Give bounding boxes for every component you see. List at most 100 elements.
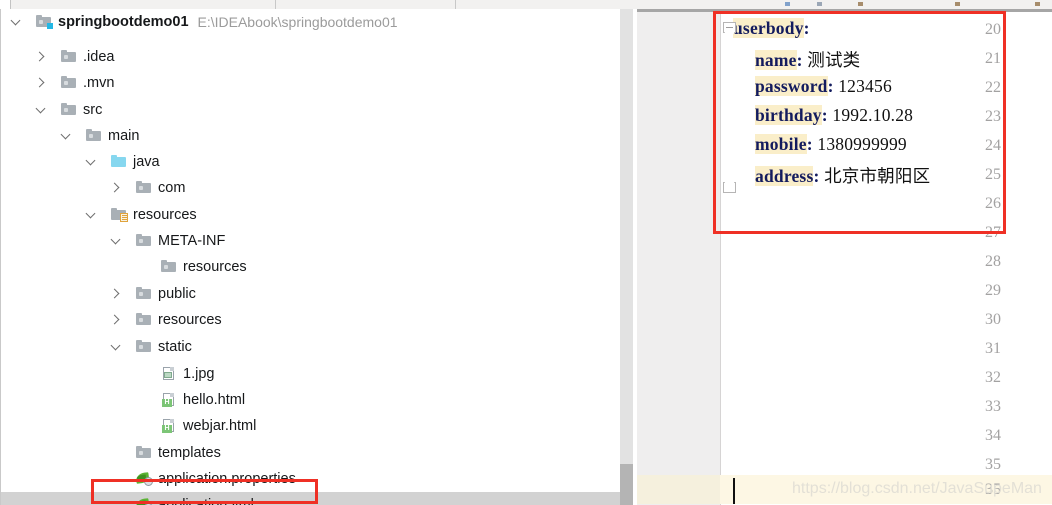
chevron-down-icon[interactable]	[109, 340, 122, 353]
tree-item-label: 1.jpg	[183, 365, 215, 382]
tree-item-icon	[86, 128, 108, 143]
tree-row[interactable]: application.yml	[1, 492, 621, 505]
chevron-right-icon[interactable]	[109, 287, 122, 300]
tree-item-icon: H	[161, 392, 183, 407]
chevron-down-icon[interactable]	[84, 208, 97, 221]
chevron-right-icon[interactable]	[109, 181, 122, 194]
tree-item-label: hello.html	[183, 391, 246, 408]
text-caret	[733, 478, 735, 504]
source-folder-icon	[111, 154, 128, 169]
code-line[interactable]: address: 北京市朝阳区	[755, 163, 930, 188]
code-editor[interactable]: 20 21 22 23 24 25 26 27 28 29 30 31 32 33 34 35 userbod…	[637, 9, 1052, 505]
toolbar-icon-debug[interactable]	[817, 2, 822, 6]
tree-row[interactable]: src	[1, 97, 621, 122]
tree-item-icon	[136, 445, 158, 460]
tree-row[interactable]: static	[1, 334, 621, 359]
tree-item-icon	[136, 312, 158, 327]
line-number: 21	[985, 50, 1001, 67]
line-number: 32	[985, 369, 1001, 386]
project-root-path: E:\IDEAbook\springbootdemo01	[197, 13, 398, 30]
project-tree-panel[interactable]: springbootdemo01 E:\IDEAbook\springbootd…	[0, 9, 621, 505]
tree-row[interactable]: java	[1, 149, 621, 174]
chevron-right-icon[interactable]	[109, 313, 122, 326]
tree-row[interactable]: application.properties	[1, 466, 621, 491]
tree-item-icon	[111, 207, 133, 222]
toolbar-icon-search[interactable]	[1035, 2, 1040, 6]
folder-icon	[136, 339, 153, 354]
chevron-down-icon[interactable]	[59, 129, 72, 142]
line-number: 35	[985, 456, 1001, 473]
toolbar-left-edge	[0, 0, 11, 9]
tree-row[interactable]: Hwebjar.html	[1, 413, 621, 438]
tree-item-icon	[136, 233, 158, 248]
yaml-value: 1992.10.28	[832, 105, 914, 125]
tree-item-label: resources	[133, 206, 197, 223]
tree-row[interactable]: .idea	[1, 44, 621, 69]
toolbar-strip	[0, 0, 1052, 10]
tree-row[interactable]: resources	[1, 202, 621, 227]
gutter-border	[720, 12, 721, 505]
code-line[interactable]: password: 123456	[755, 76, 892, 97]
toolbar-icon-run[interactable]	[785, 2, 790, 6]
tree-row[interactable]: .mvn	[1, 70, 621, 95]
tree-scrollbar-thumb-active[interactable]	[620, 464, 633, 505]
tree-row[interactable]: public	[1, 281, 621, 306]
folder-icon	[136, 180, 153, 195]
chevron-down-icon[interactable]	[9, 15, 22, 28]
html-file-icon: H	[161, 418, 178, 433]
line-number: 33	[985, 398, 1001, 415]
tree-row-root[interactable]: springbootdemo01 E:\IDEAbook\springbootd…	[1, 9, 621, 34]
tree-item-icon: H	[161, 418, 183, 433]
yaml-separator: :	[803, 18, 810, 38]
folder-icon	[86, 128, 103, 143]
tree-item-label: java	[133, 153, 160, 170]
chevron-down-icon[interactable]	[84, 155, 97, 168]
tree-item-icon	[135, 471, 158, 486]
chevron-right-icon[interactable]	[34, 76, 47, 89]
tree-row[interactable]: main	[1, 123, 621, 148]
editor-gutter[interactable]	[637, 12, 720, 505]
tree-row[interactable]: templates	[1, 440, 621, 465]
tree-row[interactable]: resources	[1, 307, 621, 332]
project-root-label: springbootdemo01	[58, 13, 189, 30]
tree-item-label: resources	[183, 258, 247, 275]
code-line[interactable]: birthday: 1992.10.28	[755, 105, 913, 126]
chevron-down-icon[interactable]	[34, 103, 47, 116]
tree-item-label: webjar.html	[183, 417, 257, 434]
line-number: 20	[985, 21, 1001, 38]
folder-icon	[61, 75, 78, 90]
tree-row[interactable]: Hhello.html	[1, 387, 621, 412]
chevron-down-icon[interactable]	[109, 234, 122, 247]
folder-icon	[136, 312, 153, 327]
yaml-key: name	[755, 50, 797, 70]
fold-marker-open-icon[interactable]	[723, 22, 738, 39]
line-number: 26	[985, 195, 1001, 212]
code-line[interactable]: userbody:	[733, 18, 810, 39]
toolbar-icon-settings[interactable]	[955, 2, 960, 6]
toolbar-icon-build[interactable]	[858, 2, 863, 6]
tree-item-label: .idea	[83, 48, 115, 65]
tree-item-label: application.properties	[158, 470, 296, 487]
folder-icon	[136, 445, 153, 460]
tree-item-icon	[161, 259, 183, 274]
code-line[interactable]: mobile: 1380999999	[755, 134, 907, 155]
tree-scrollbar-thumb[interactable]	[620, 9, 633, 464]
fold-marker-end-icon[interactable]	[723, 176, 738, 193]
tree-editor-splitter[interactable]	[620, 9, 637, 505]
tree-row[interactable]: com	[1, 175, 621, 200]
tree-item-icon	[136, 180, 158, 195]
yaml-key: userbody	[733, 18, 804, 38]
tree-item-label: main	[108, 127, 140, 144]
tree-row[interactable]: resources	[1, 254, 621, 279]
tree-item-icon	[136, 339, 158, 354]
chevron-right-icon[interactable]	[34, 50, 47, 63]
image-file-icon	[161, 366, 178, 381]
tree-row[interactable]: META-INF	[1, 228, 621, 253]
line-number: 25	[985, 166, 1001, 183]
tree-row[interactable]: 1.jpg	[1, 361, 621, 386]
code-line[interactable]: name: 测试类	[755, 47, 860, 72]
watermark-text: https://blog.csdn.net/JavaSupeMan	[792, 480, 1042, 497]
